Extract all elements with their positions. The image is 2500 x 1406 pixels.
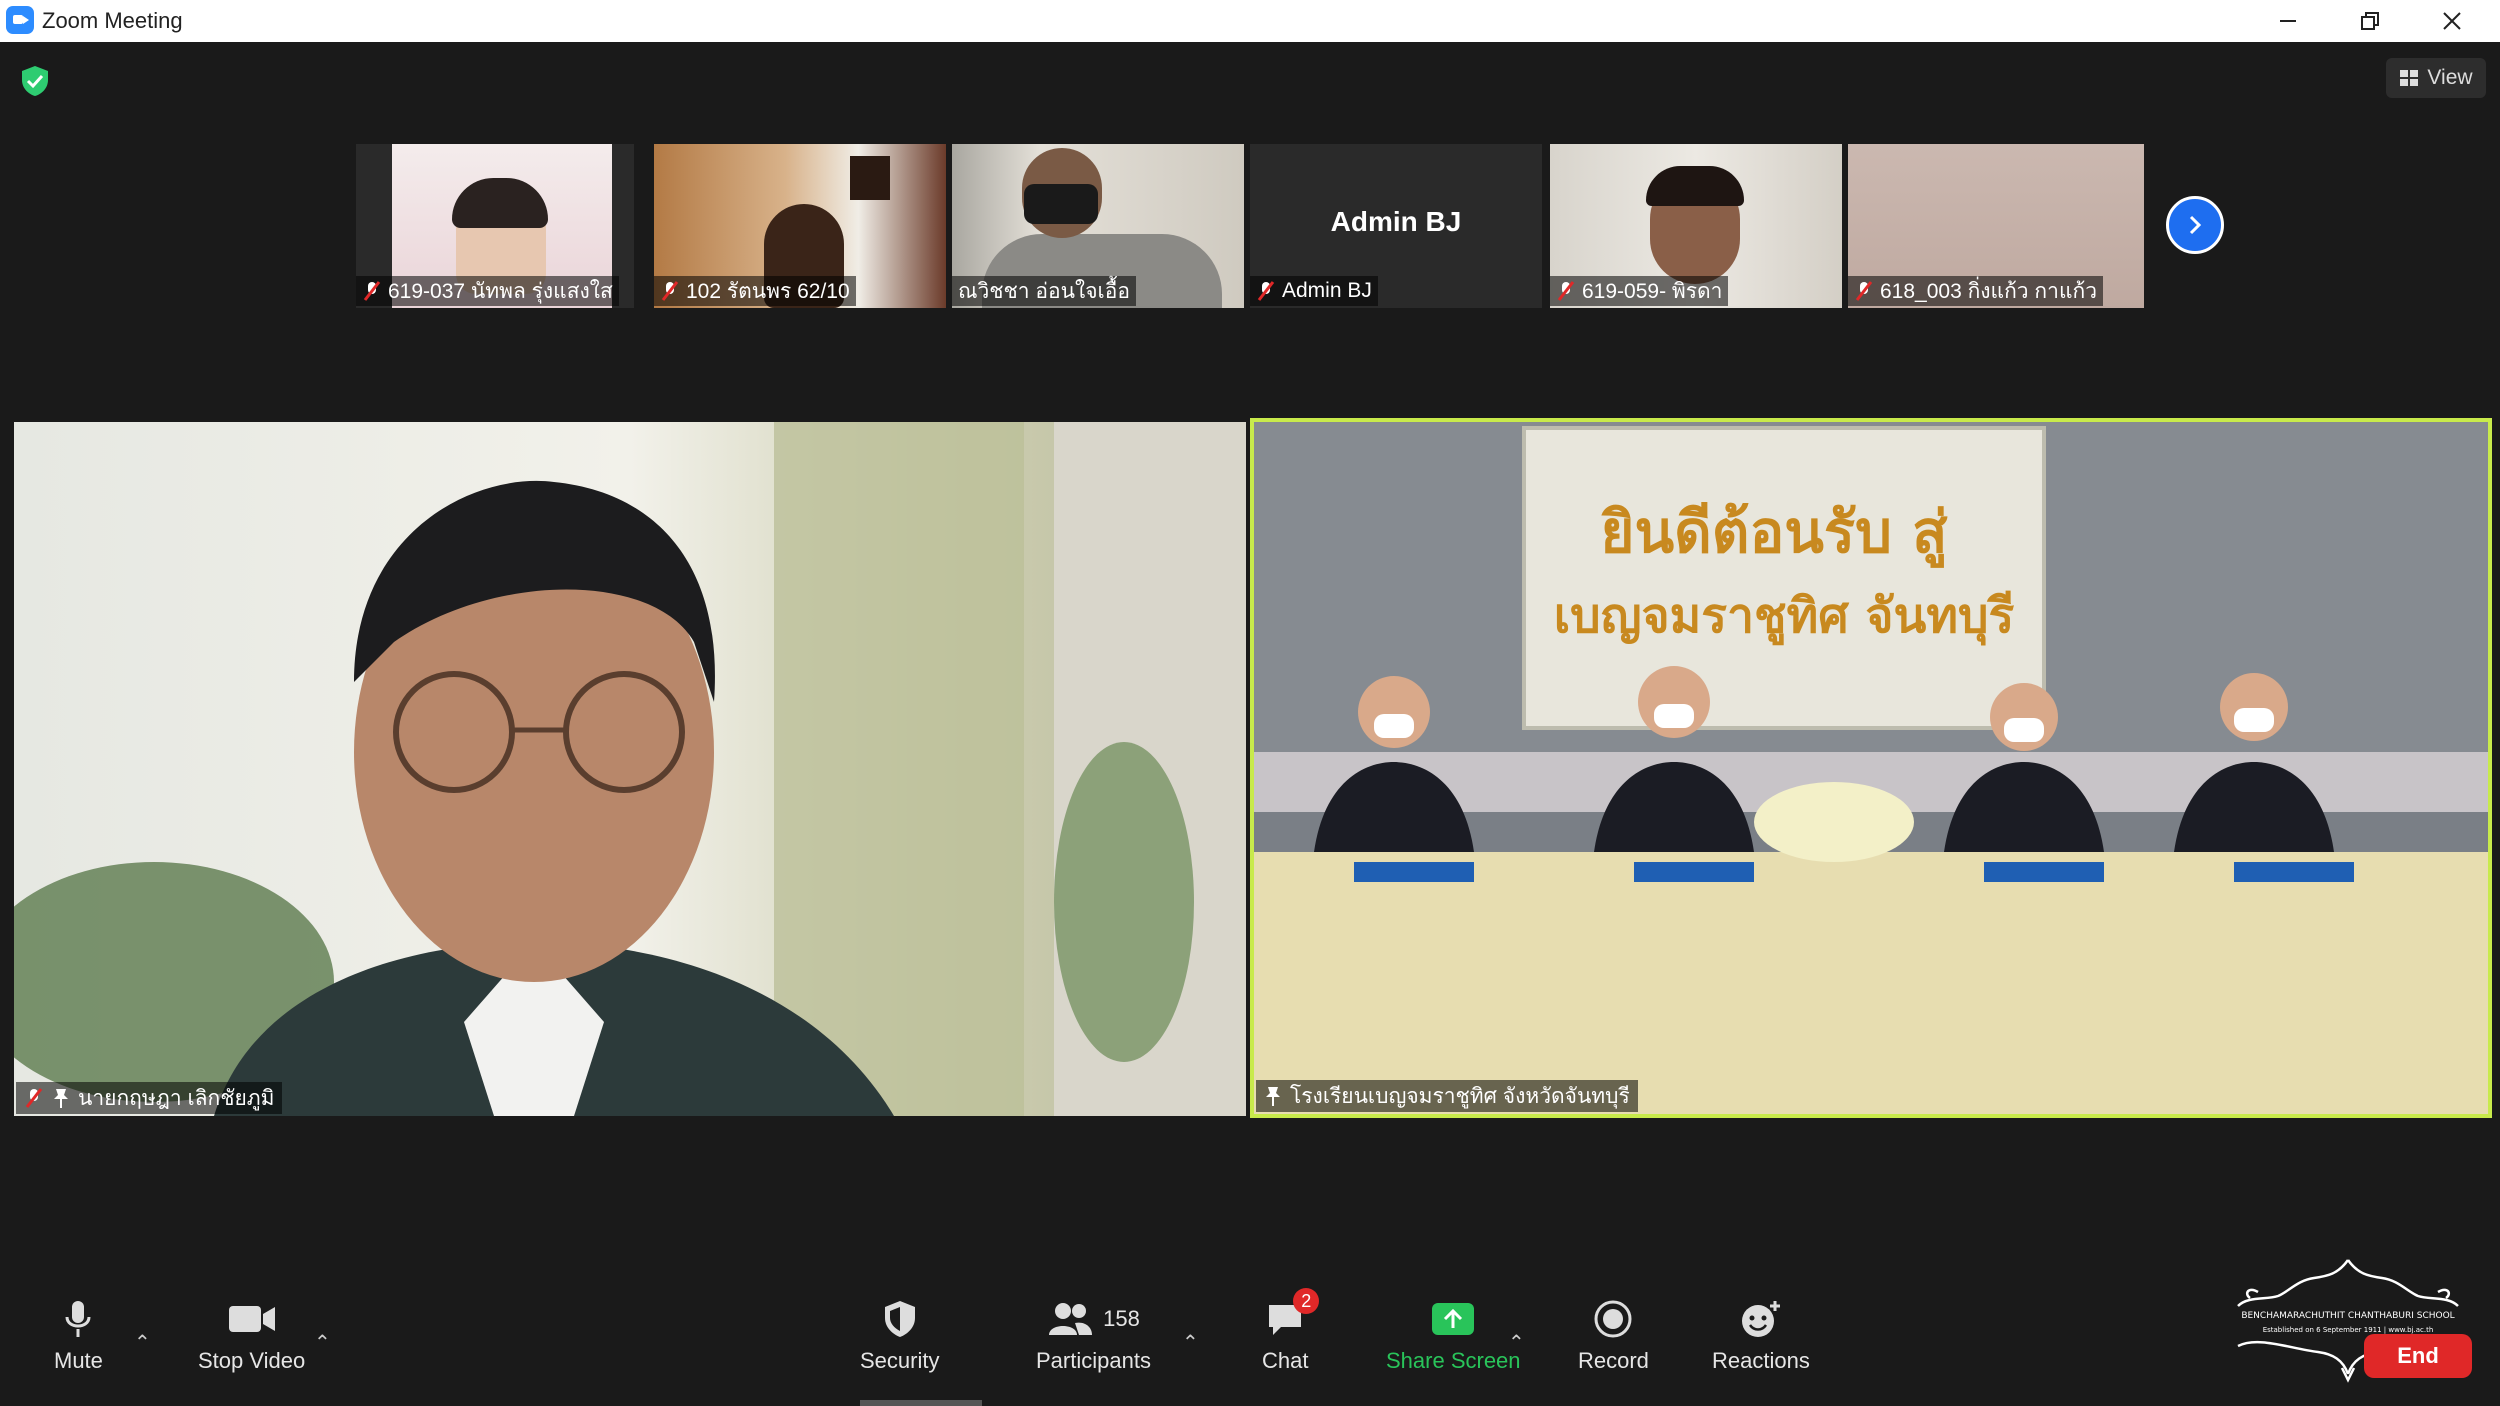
stop-video-button[interactable]: Stop Video	[198, 1298, 305, 1374]
mic-muted-icon	[1257, 281, 1275, 301]
welcome-banner-line1: ยินดีต้อนรับ สู่	[1600, 498, 1948, 568]
participant-name: 619-037 นัทพล รุ่งแสงใส	[388, 279, 613, 303]
view-button[interactable]: View	[2386, 58, 2486, 98]
participant-namebar: นายกฤษฎา เลิกชัยภูมิ	[16, 1082, 283, 1114]
participant-name: 619-059- พิรดา	[1582, 279, 1723, 303]
security-label: Security	[860, 1348, 940, 1373]
participant-name: 102 รัตนพร 62/10	[686, 279, 850, 303]
watermark-school-name: BENCHAMARACHUTHIT CHANTHABURI SCHOOL	[2241, 1311, 2454, 1321]
participant-video	[14, 422, 1246, 1116]
zoom-logo-icon	[6, 6, 34, 34]
microphone-icon	[65, 1301, 91, 1337]
participant-name: นายกฤษฎา เลิกชัยภูมิ	[78, 1086, 275, 1110]
participant-video: ยินดีต้อนรับ สู่ เบญจมราชูทิศ จันทบุรี	[1254, 422, 2488, 1114]
next-page-button[interactable]	[2166, 196, 2224, 254]
mic-muted-icon	[661, 281, 679, 301]
participant-display-name: Admin BJ	[1330, 206, 1462, 237]
minimize-button[interactable]	[2248, 0, 2328, 42]
chat-label: Chat	[1262, 1348, 1309, 1373]
meeting-toolbar: Mute ⌃ Stop Video ⌃ Security 158 Partici…	[0, 1270, 2500, 1406]
reactions-button[interactable]: Reactions	[1712, 1298, 1810, 1374]
participant-name: ณวิชชา อ่อนใจเอื้อ	[958, 279, 1130, 303]
gallery-strip: 619-037 นัทพล รุ่งแสงใส 102 รัตนพร 62/10…	[356, 144, 2144, 308]
stop-video-label: Stop Video	[198, 1348, 306, 1373]
participant-namebar: 102 รัตนพร 62/10	[654, 276, 856, 306]
share-screen-label: Share Screen	[1386, 1348, 1521, 1373]
participants-options-chevron-icon[interactable]: ⌃	[1182, 1330, 1199, 1355]
participant-namebar: โรงเรียนเบญจมราชูทิศ จังหวัดจันทบุรี	[1256, 1080, 1638, 1112]
smiley-plus-icon	[1741, 1301, 1780, 1337]
share-screen-button[interactable]: Share Screen	[1386, 1298, 1521, 1374]
restore-icon	[2361, 12, 2379, 30]
window-titlebar: Zoom Meeting	[0, 0, 2500, 42]
record-button[interactable]: Record	[1578, 1298, 1649, 1374]
record-label: Record	[1578, 1348, 1649, 1373]
welcome-banner-line2: เบญจมราชูทิศ จันทบุรี	[1554, 588, 2015, 646]
participant-namebar: 618_003 กิ่งแก้ว กาแก้ว	[1848, 276, 2103, 306]
mic-muted-icon	[363, 281, 381, 301]
restore-button[interactable]	[2330, 0, 2410, 42]
share-screen-icon	[1432, 1303, 1475, 1335]
toolbar-divider	[860, 1400, 982, 1406]
pin-icon	[1266, 1087, 1280, 1106]
participants-button[interactable]: 158 Participants	[1036, 1298, 1151, 1374]
share-options-chevron-icon[interactable]: ⌃	[1508, 1330, 1525, 1355]
chat-unread-badge: 2	[1293, 1288, 1320, 1314]
audio-options-chevron-icon[interactable]: ⌃	[134, 1330, 151, 1355]
chevron-right-icon	[2189, 215, 2202, 235]
gallery-tile[interactable]: 619-059- พิรดา	[1550, 144, 1842, 308]
view-label: View	[2427, 66, 2473, 89]
video-tile-right-active-speaker[interactable]: ยินดีต้อนรับ สู่ เบญจมราชูทิศ จันทบุรี โ…	[1250, 418, 2492, 1118]
gallery-tile[interactable]: ณวิชชา อ่อนใจเอื้อ	[952, 144, 1244, 308]
watermark-established: Established on 6 September 1911 | www.bj…	[2263, 1326, 2434, 1334]
window-title: Zoom Meeting	[42, 8, 183, 33]
minimize-icon	[2280, 20, 2296, 22]
encryption-shield-icon[interactable]	[18, 64, 52, 98]
video-tile-left[interactable]: นายกฤษฎา เลิกชัยภูมิ	[14, 422, 1246, 1116]
mute-label: Mute	[54, 1348, 103, 1373]
mic-muted-icon	[1557, 281, 1575, 301]
participants-count: 158	[1103, 1306, 1140, 1331]
end-meeting-button[interactable]: End	[2364, 1334, 2472, 1378]
pin-icon	[54, 1089, 68, 1108]
gallery-tile[interactable]: Admin BJ Admin BJ	[1250, 144, 1542, 308]
record-icon	[1594, 1300, 1632, 1338]
gallery-tile[interactable]: 618_003 กิ่งแก้ว กาแก้ว	[1848, 144, 2144, 308]
close-icon	[2443, 12, 2461, 30]
grid-icon	[2400, 70, 2419, 86]
mute-button[interactable]: Mute	[54, 1298, 103, 1374]
participant-namebar: ณวิชชา อ่อนใจเอื้อ	[952, 276, 1136, 306]
participant-namebar: Admin BJ	[1250, 276, 1378, 306]
chat-button[interactable]: 2 Chat	[1262, 1288, 1320, 1374]
gallery-tile[interactable]: 102 รัตนพร 62/10	[654, 144, 946, 308]
security-button[interactable]: Security	[860, 1298, 939, 1374]
participant-namebar: 619-059- พิรดา	[1550, 276, 1729, 306]
mic-muted-icon	[25, 1088, 43, 1108]
reactions-label: Reactions	[1712, 1348, 1810, 1373]
participants-icon	[1049, 1303, 1093, 1335]
participant-namebar: 619-037 นัทพล รุ่งแสงใส	[356, 276, 619, 306]
security-shield-icon	[884, 1301, 915, 1337]
participant-name: โรงเรียนเบญจมราชูทิศ จังหวัดจันทบุรี	[1290, 1084, 1630, 1108]
video-options-chevron-icon[interactable]: ⌃	[314, 1330, 331, 1355]
close-button[interactable]	[2412, 0, 2492, 42]
mic-muted-icon	[1855, 281, 1873, 301]
gallery-tile[interactable]: 619-037 นัทพล รุ่งแสงใส	[356, 144, 634, 308]
video-camera-icon	[228, 1306, 275, 1332]
participant-name: 618_003 กิ่งแก้ว กาแก้ว	[1880, 279, 2097, 303]
participant-name: Admin BJ	[1282, 279, 1372, 302]
participants-label: Participants	[1036, 1348, 1151, 1373]
